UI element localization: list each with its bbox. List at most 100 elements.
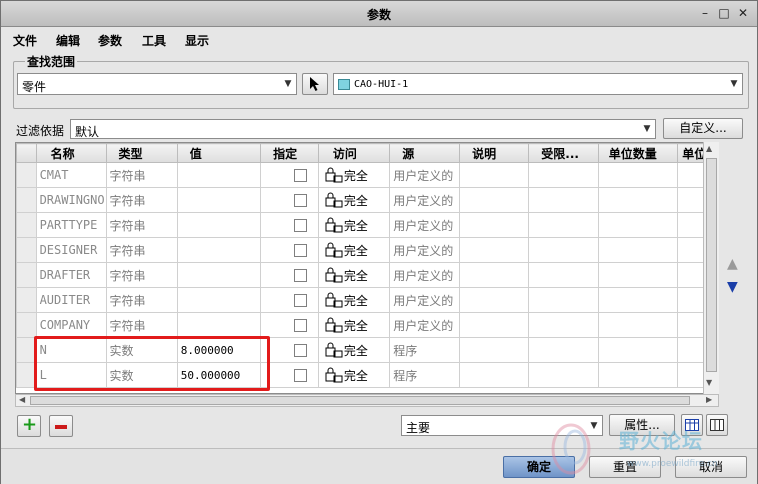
- table-vertical-scrollbar[interactable]: ▲ ▼: [703, 142, 719, 394]
- move-up-icon[interactable]: ▲: [727, 256, 738, 272]
- param-restricted-cell[interactable]: [528, 287, 599, 313]
- param-name-cell[interactable]: DRAFTER: [35, 262, 107, 288]
- row-header[interactable]: [16, 312, 37, 338]
- access-cell[interactable]: 完全: [317, 362, 391, 388]
- access-cell[interactable]: 完全: [317, 287, 391, 313]
- access-cell[interactable]: 完全: [317, 237, 391, 263]
- param-restricted-cell[interactable]: [528, 312, 599, 338]
- param-name-cell[interactable]: CMAT: [35, 162, 107, 188]
- access-cell[interactable]: 完全: [317, 212, 391, 238]
- param-unit-quantity-cell[interactable]: [597, 362, 679, 388]
- minimize-button[interactable]: –: [697, 6, 713, 20]
- properties-button[interactable]: 属性...: [609, 414, 675, 436]
- param-source-cell[interactable]: 程序: [389, 337, 461, 363]
- param-restricted-cell[interactable]: [528, 212, 599, 238]
- column-header-type[interactable]: 类型: [105, 143, 178, 163]
- param-type-cell[interactable]: 实数: [105, 362, 178, 388]
- param-unit-quantity-cell[interactable]: [597, 212, 679, 238]
- menu-display[interactable]: 显示: [185, 32, 209, 49]
- param-name-cell[interactable]: DRAWINGNO: [35, 187, 107, 213]
- menu-parameters[interactable]: 参数: [98, 32, 122, 49]
- access-cell[interactable]: 完全: [317, 187, 391, 213]
- param-description-cell[interactable]: [459, 237, 530, 263]
- move-down-icon[interactable]: ▼: [727, 279, 738, 295]
- param-type-cell[interactable]: 字符串: [105, 287, 178, 313]
- param-unit-quantity-cell[interactable]: [597, 237, 679, 263]
- scroll-right-arrow[interactable]: ▶: [706, 395, 712, 404]
- row-header[interactable]: [16, 287, 37, 313]
- param-unit-quantity-cell[interactable]: [597, 162, 679, 188]
- param-source-cell[interactable]: 用户定义的: [389, 162, 461, 188]
- access-cell[interactable]: 完全: [317, 162, 391, 188]
- param-restricted-cell[interactable]: [528, 187, 599, 213]
- scroll-down-arrow[interactable]: ▼: [706, 378, 712, 387]
- filter-select[interactable]: 默认 ▼: [70, 119, 656, 139]
- column-header-designate[interactable]: 指定: [260, 143, 319, 163]
- row-header[interactable]: [16, 337, 37, 363]
- param-type-cell[interactable]: 字符串: [105, 237, 178, 263]
- param-restricted-cell[interactable]: [528, 262, 599, 288]
- access-cell[interactable]: 完全: [317, 262, 391, 288]
- select-model-button[interactable]: [302, 73, 328, 95]
- row-header[interactable]: [16, 212, 37, 238]
- param-unit-quantity-cell[interactable]: [597, 337, 679, 363]
- table-row[interactable]: DRAFTER 字符串 完全 用户定义的: [16, 262, 718, 288]
- row-header[interactable]: [16, 262, 37, 288]
- designate-checkbox[interactable]: [294, 194, 308, 207]
- param-name-cell[interactable]: PARTTYPE: [35, 212, 107, 238]
- main-select[interactable]: 主要 ▼: [401, 415, 603, 436]
- param-value-cell[interactable]: 50.000000: [176, 362, 262, 388]
- param-name-cell[interactable]: L: [35, 362, 107, 388]
- designate-checkbox[interactable]: [294, 269, 308, 282]
- add-parameter-button[interactable]: +: [17, 414, 41, 437]
- param-value-cell[interactable]: 8.000000: [176, 337, 262, 363]
- param-unit-quantity-cell[interactable]: [597, 312, 679, 338]
- param-type-cell[interactable]: 字符串: [105, 312, 178, 338]
- table-row[interactable]: CMAT 字符串 完全 用户定义的: [16, 162, 718, 188]
- row-header[interactable]: [16, 187, 37, 213]
- close-button[interactable]: ✕: [735, 6, 751, 20]
- designate-checkbox[interactable]: [294, 169, 308, 182]
- menu-tools[interactable]: 工具: [142, 32, 166, 49]
- param-source-cell[interactable]: 用户定义的: [389, 312, 461, 338]
- designate-checkbox[interactable]: [294, 369, 308, 382]
- designate-checkbox[interactable]: [294, 219, 308, 232]
- param-description-cell[interactable]: [459, 162, 530, 188]
- table-row[interactable]: AUDITER 字符串 完全 用户定义的: [16, 287, 718, 313]
- param-source-cell[interactable]: 用户定义的: [389, 212, 461, 238]
- param-source-cell[interactable]: 用户定义的: [389, 262, 461, 288]
- param-source-cell[interactable]: 用户定义的: [389, 187, 461, 213]
- scroll-thumb[interactable]: [30, 396, 690, 405]
- param-description-cell[interactable]: [459, 187, 530, 213]
- column-header-value[interactable]: 值: [176, 143, 262, 163]
- table-view-button[interactable]: [681, 414, 703, 436]
- access-cell[interactable]: 完全: [317, 312, 391, 338]
- param-value-cell[interactable]: [176, 187, 262, 213]
- param-value-cell[interactable]: [176, 162, 262, 188]
- param-name-cell[interactable]: N: [35, 337, 107, 363]
- row-header[interactable]: [16, 162, 37, 188]
- row-header[interactable]: [16, 237, 37, 263]
- model-select[interactable]: CAO-HUI-1 ▼: [333, 73, 743, 95]
- param-value-cell[interactable]: [176, 287, 262, 313]
- param-description-cell[interactable]: [459, 262, 530, 288]
- param-unit-quantity-cell[interactable]: [597, 287, 679, 313]
- column-header-unit-quantity[interactable]: 单位数量: [597, 143, 679, 163]
- scroll-thumb[interactable]: [706, 158, 717, 372]
- row-header[interactable]: [16, 362, 37, 388]
- column-header-access[interactable]: 访问: [317, 143, 391, 163]
- ok-button[interactable]: 确定: [503, 456, 575, 478]
- param-name-cell[interactable]: AUDITER: [35, 287, 107, 313]
- table-horizontal-scrollbar[interactable]: ◀ ▶: [15, 394, 719, 407]
- column-header-source[interactable]: 源: [389, 143, 461, 163]
- param-name-cell[interactable]: COMPANY: [35, 312, 107, 338]
- column-header-name[interactable]: 名称: [35, 143, 107, 163]
- param-restricted-cell[interactable]: [528, 362, 599, 388]
- param-value-cell[interactable]: [176, 312, 262, 338]
- remove-parameter-button[interactable]: [49, 415, 73, 437]
- param-description-cell[interactable]: [459, 212, 530, 238]
- designate-checkbox[interactable]: [294, 319, 308, 332]
- param-source-cell[interactable]: 用户定义的: [389, 237, 461, 263]
- param-source-cell[interactable]: 程序: [389, 362, 461, 388]
- column-header-restricted[interactable]: 受限...: [528, 143, 599, 163]
